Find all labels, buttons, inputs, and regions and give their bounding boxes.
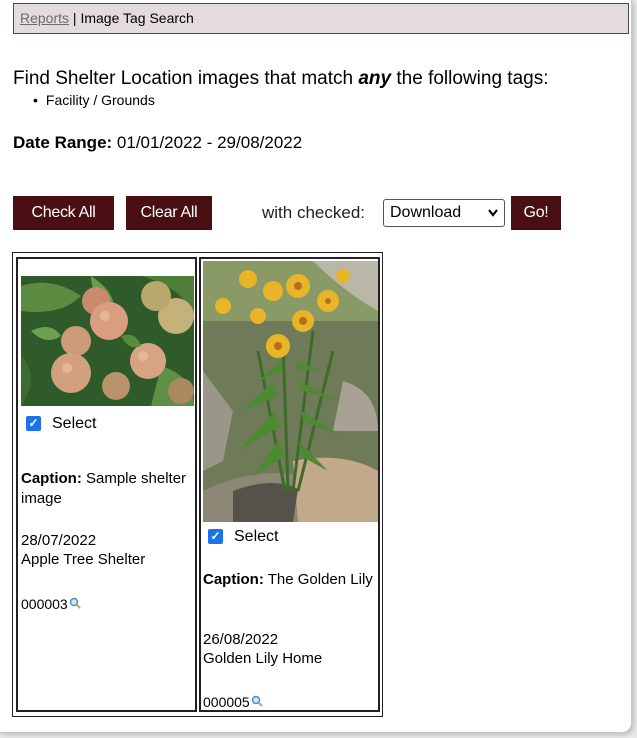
apples-photo[interactable] bbox=[21, 276, 194, 406]
tag-item: Facility / Grounds bbox=[33, 92, 155, 108]
image-card: ✓ Select Caption: The Golden Lily 26/08/… bbox=[199, 257, 380, 712]
caption: Caption: Sample shelter image bbox=[21, 469, 191, 509]
check-all-button[interactable]: Check All bbox=[13, 196, 114, 230]
image-id-text: 000005 bbox=[203, 694, 250, 710]
image-location: Golden Lily Home bbox=[203, 650, 323, 667]
heading-prefix: Find Shelter Location images that match bbox=[13, 68, 359, 89]
date-range-label: Date Range: bbox=[13, 133, 113, 152]
action-select[interactable]: Download bbox=[383, 199, 505, 227]
select-label: Select bbox=[52, 415, 97, 432]
lily-photo[interactable] bbox=[203, 261, 378, 522]
breadcrumb-current: Image Tag Search bbox=[80, 10, 194, 26]
breadcrumb: Reports | Image Tag Search bbox=[13, 3, 629, 34]
chevron-down-icon bbox=[488, 205, 498, 222]
caption-label: Caption: bbox=[21, 470, 82, 487]
image-id: 000005 bbox=[203, 694, 263, 710]
date-range-value: 01/01/2022 - 29/08/2022 bbox=[112, 133, 303, 152]
image-date: 26/08/2022 bbox=[203, 631, 279, 648]
heading-emphasis: any bbox=[358, 68, 392, 89]
caption: Caption: The Golden Lily bbox=[203, 570, 375, 590]
clear-all-button[interactable]: Clear All bbox=[126, 196, 212, 230]
page-frame: Reports | Image Tag Search Find Shelter … bbox=[0, 0, 632, 733]
select-label: Select bbox=[234, 528, 279, 545]
image-id: 000003 bbox=[21, 596, 81, 612]
caption-text: The Golden Lily bbox=[263, 571, 373, 588]
action-select-value: Download bbox=[390, 204, 462, 221]
image-card: ✓ Select Caption: Sample shelter image 2… bbox=[16, 257, 197, 712]
tag-list: Facility / Grounds bbox=[33, 92, 155, 108]
image-location: Apple Tree Shelter bbox=[21, 551, 146, 568]
page-heading: Find Shelter Location images that match … bbox=[13, 68, 548, 90]
magnifier-icon[interactable] bbox=[251, 694, 263, 707]
reports-link[interactable]: Reports bbox=[20, 10, 69, 26]
caption-label: Caption: bbox=[203, 571, 264, 588]
magnifier-icon[interactable] bbox=[69, 596, 81, 609]
go-button[interactable]: Go! bbox=[511, 196, 561, 230]
image-date: 28/07/2022 bbox=[21, 532, 97, 549]
image-id-text: 000003 bbox=[21, 596, 68, 612]
select-checkbox[interactable]: ✓ bbox=[208, 529, 223, 544]
with-checked-label: with checked: bbox=[262, 203, 365, 222]
heading-suffix: the following tags: bbox=[391, 68, 549, 89]
date-range: Date Range: 01/01/2022 - 29/08/2022 bbox=[13, 133, 302, 153]
results-grid: ✓ Select Caption: Sample shelter image 2… bbox=[12, 252, 383, 717]
breadcrumb-separator: | bbox=[69, 10, 81, 26]
select-checkbox[interactable]: ✓ bbox=[26, 416, 41, 431]
